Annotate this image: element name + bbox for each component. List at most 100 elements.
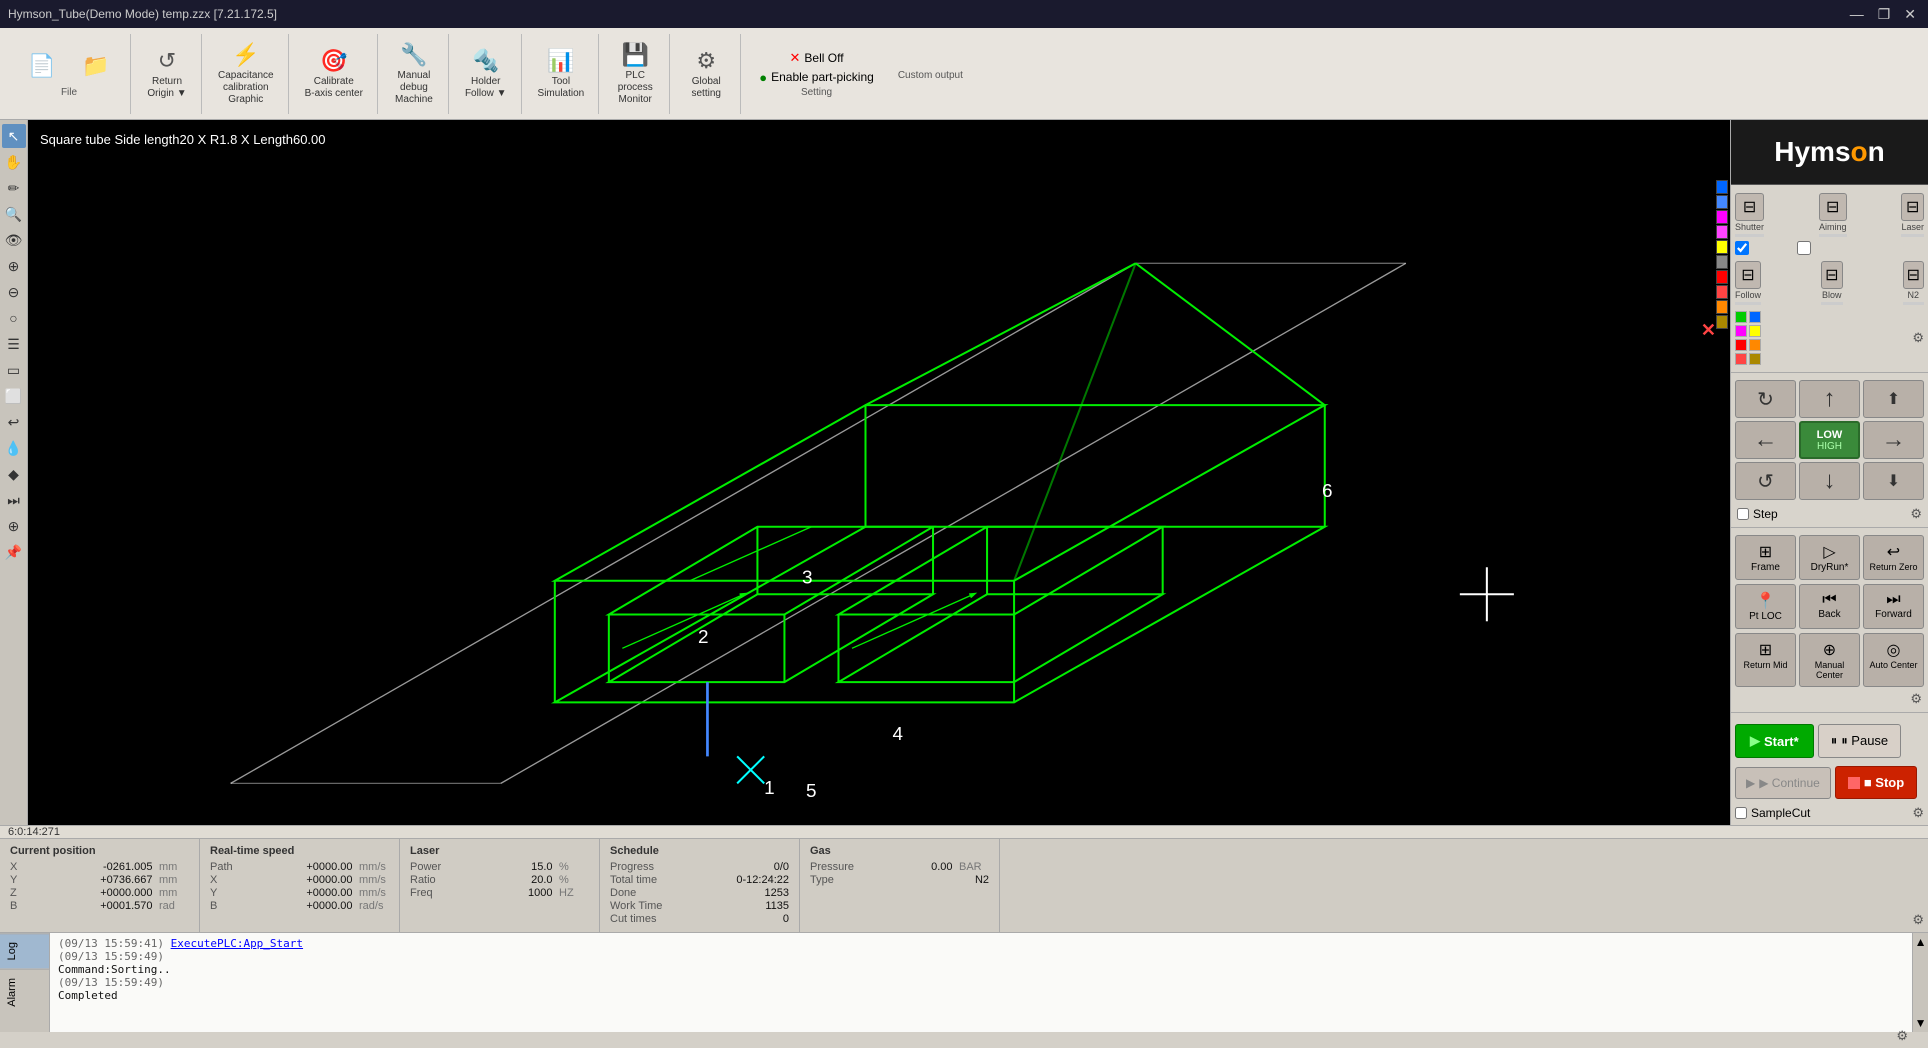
color-chip-magenta1[interactable] (1716, 210, 1728, 224)
holder-follow-button[interactable]: 🔩 HolderFollow ▼ (459, 44, 513, 104)
rotate-right-button[interactable]: ↺ (1735, 462, 1796, 500)
origin-button[interactable]: ⊕ (2, 514, 26, 538)
gas-section: Gas Pressure 0.00 BAR Type N2 (800, 839, 1000, 932)
log-gear-button[interactable]: ⚙ (1896, 1028, 1908, 1044)
move-left-button[interactable]: ← (1735, 421, 1796, 459)
tool-simulation-button[interactable]: 📊 ToolSimulation (532, 44, 591, 104)
zoom-out-button[interactable]: ⊖ (2, 280, 26, 304)
color-chip-orange[interactable] (1716, 300, 1728, 314)
cursor-tool-button[interactable]: ↖ (2, 124, 26, 148)
open-file-button[interactable]: 📁 (70, 49, 122, 85)
color-chip-red2[interactable] (1716, 285, 1728, 299)
step-checkbox[interactable] (1737, 508, 1749, 520)
scroll-down-arrow[interactable]: ▼ (1913, 1014, 1928, 1032)
calibrate-button[interactable]: 🎯 CalibrateB-axis center (299, 44, 369, 104)
n2-button[interactable]: ⊟ (1903, 261, 1924, 289)
pt-loc-button[interactable]: 📍 Pt LOC (1735, 584, 1796, 629)
aiming-button[interactable]: ⊟ (1819, 193, 1847, 221)
aiming-checkbox[interactable] (1797, 241, 1811, 255)
color-chip-yellow[interactable] (1716, 240, 1728, 254)
dry-run-button[interactable]: ▷ DryRun* (1799, 535, 1860, 580)
down-right-button[interactable]: ⬇ (1863, 462, 1924, 500)
capacitance-button[interactable]: ⚡ CapacitancecalibrationGraphic (212, 38, 280, 110)
alarm-tab[interactable]: Alarm (0, 969, 49, 1015)
log-tab[interactable]: Log (0, 933, 49, 968)
toolbar-plc-group: 💾 PLCprocessMonitor (601, 34, 670, 114)
up-right-button[interactable]: ⬆ (1863, 380, 1924, 418)
continue-button[interactable]: ▶ ▶ Continue (1735, 767, 1831, 799)
return-zero-label: Return Zero (1869, 562, 1917, 572)
layers-button[interactable]: ☰ (2, 332, 26, 356)
move-right-button[interactable]: → (1863, 421, 1924, 459)
titlebar-controls[interactable]: — ❐ ✕ (1846, 6, 1920, 23)
follow-button[interactable]: ⊟ (1735, 261, 1761, 289)
step-gear-icon[interactable]: ⚙ (1910, 506, 1922, 522)
move-down-button[interactable]: ↓ (1799, 462, 1860, 500)
return-mid-icon: ⊞ (1759, 640, 1772, 660)
stop-button[interactable]: ■ Stop (1835, 766, 1917, 799)
return-zero-button[interactable]: ↩ Return Zero (1863, 535, 1924, 580)
close-btn[interactable]: ✕ (1900, 6, 1920, 23)
schedule-work-time-row: Work Time 1135 (610, 900, 789, 912)
arrow-grid-row3: ↺ ↓ ⬇ (1735, 462, 1924, 500)
eye-tool-button[interactable]: 👁 (2, 228, 26, 252)
schedule-done-value: 1253 (709, 887, 789, 899)
bell-off-label[interactable]: Bell Off (804, 51, 843, 65)
zoom-in-button[interactable]: ⊕ (2, 254, 26, 278)
manual-center-button[interactable]: ⊕ Manual Center (1799, 633, 1860, 687)
return-origin-button[interactable]: ↺ ReturnOrigin ▼ (141, 44, 193, 104)
manual-debug-button[interactable]: 🔧 ManualdebugMachine (388, 38, 440, 110)
move-up-button[interactable]: ↑ (1799, 380, 1860, 418)
back-button[interactable]: ⏮ Back (1799, 584, 1860, 629)
zoom-tool-button[interactable]: 🔍 (2, 202, 26, 226)
frame-button[interactable]: ⊞ Frame (1735, 535, 1796, 580)
color-chip-blue2[interactable] (1716, 195, 1728, 209)
color-chip-brown[interactable] (1716, 315, 1728, 329)
fill-button[interactable]: ◆ (2, 462, 26, 486)
step-forward-button[interactable]: ⏭ (2, 488, 26, 512)
pen-tool-button[interactable]: ✏ (2, 176, 26, 200)
select-tool-button[interactable]: ⬜ (2, 384, 26, 408)
shutter-checkbox[interactable] (1735, 241, 1749, 255)
color-chip-blue1[interactable] (1716, 180, 1728, 194)
new-file-button[interactable]: 📄 (16, 49, 68, 85)
status-bar-text: 6:0:14:271 (8, 826, 60, 838)
titlebar-title: Hymson_Tube(Demo Mode) temp.zzx [7.21.17… (8, 7, 277, 21)
bottom-gear-icon[interactable]: ⚙ (1910, 691, 1922, 706)
return-mid-button[interactable]: ⊞ Return Mid (1735, 633, 1796, 687)
maximize-btn[interactable]: ❐ (1874, 6, 1895, 23)
forward-button[interactable]: ⏭ Forward (1863, 584, 1924, 629)
undo-button[interactable]: ↩ (2, 410, 26, 434)
rotate-left-button[interactable]: ↻ (1735, 380, 1796, 418)
hand-tool-button[interactable]: ✋ (2, 150, 26, 174)
right-gear-icon[interactable]: ⚙ (1912, 330, 1924, 346)
shutter-button[interactable]: ⊟ (1735, 193, 1764, 221)
droplet-button[interactable]: 💧 (2, 436, 26, 460)
color-chip-red1[interactable] (1716, 270, 1728, 284)
rect-tool-button[interactable]: ▭ (2, 358, 26, 382)
auto-center-button[interactable]: ◎ Auto Center (1863, 633, 1924, 687)
color-chip-magenta2[interactable] (1716, 225, 1728, 239)
laser-button[interactable]: ⊟ (1901, 193, 1924, 221)
low-high-button[interactable]: LOW HIGH (1799, 421, 1860, 459)
circle-tool-button[interactable]: ○ (2, 306, 26, 330)
color-chip-gray[interactable] (1716, 255, 1728, 269)
log-scroll: ▲ ▼ (1912, 933, 1928, 1032)
enable-part-label[interactable]: Enable part-picking (771, 70, 874, 84)
global-setting-button[interactable]: ⚙ Globalsetting (680, 44, 732, 104)
plc-process-button[interactable]: 💾 PLCprocessMonitor (609, 38, 661, 110)
return-mid-row: ⊞ Return Mid ⊕ Manual Center ◎ Auto Cent… (1731, 633, 1928, 691)
scroll-up-arrow[interactable]: ▲ (1913, 933, 1928, 951)
log-text-1[interactable]: ExecutePLC:App_Start (171, 937, 303, 950)
pin-button[interactable]: 📌 (2, 540, 26, 564)
color-palette[interactable] (1716, 180, 1728, 329)
close-overlay-button[interactable]: ✕ (1701, 320, 1716, 341)
minimize-btn[interactable]: — (1846, 6, 1868, 23)
sample-cut-checkbox[interactable] (1735, 807, 1747, 819)
start-button[interactable]: ▶ Start* (1735, 724, 1814, 758)
blow-button[interactable]: ⊟ (1821, 261, 1842, 289)
sample-cut-gear-icon[interactable]: ⚙ (1912, 805, 1924, 821)
pause-button[interactable]: ⏸ ⏸ Pause (1818, 724, 1901, 758)
status-gear-icon[interactable]: ⚙ (1912, 912, 1924, 928)
log-gear-icon[interactable]: ⚙ (1896, 1028, 1908, 1043)
